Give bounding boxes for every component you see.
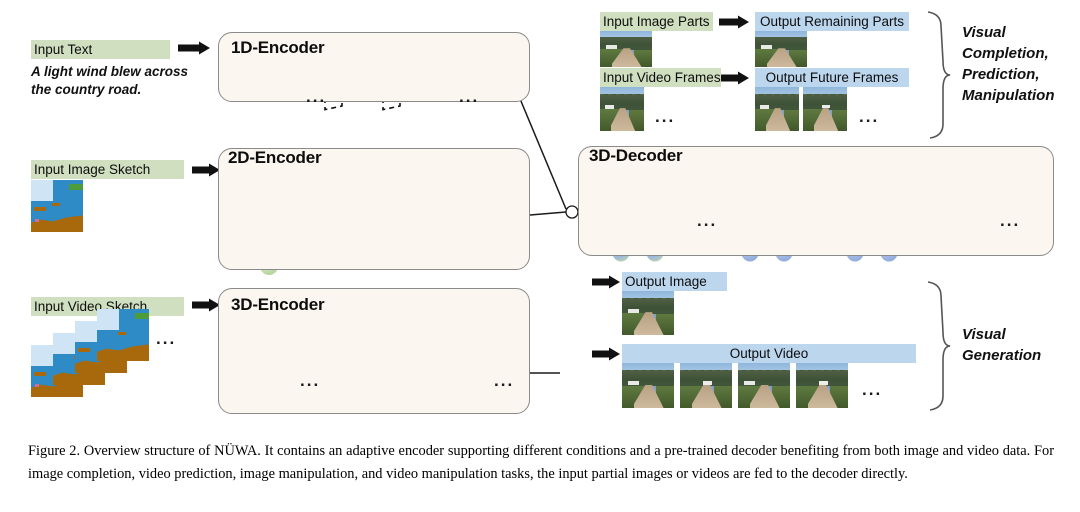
label-input-image-sketch: Input Image Sketch bbox=[31, 160, 184, 179]
thumbnail-image-sketch bbox=[31, 180, 83, 232]
thumbnail-output-future-frames-2 bbox=[803, 87, 847, 131]
note-visual-completion: Visual Completion, Prediction, Manipulat… bbox=[962, 24, 1055, 104]
thumbnail-output-future-frames-1 bbox=[755, 87, 799, 131]
panel-title-2d-encoder: 2D-Encoder bbox=[228, 148, 322, 167]
ellipsis-1d-a: ... bbox=[306, 87, 327, 106]
thumbnail-output-video-3 bbox=[738, 363, 790, 408]
thumbnail-output-video-2 bbox=[680, 363, 732, 408]
ellipsis-1d-b: ... bbox=[459, 87, 480, 106]
panel-title-3d-encoder: 3D-Encoder bbox=[231, 295, 325, 314]
panel-title-3d-decoder: 3D-Decoder bbox=[589, 146, 683, 165]
label-input-image-parts: Input Image Parts bbox=[600, 12, 713, 31]
note-visual-generation: Visual Generation bbox=[962, 326, 1042, 364]
arrow-video-frames bbox=[719, 71, 749, 85]
ellipsis-3d-b: ... bbox=[494, 371, 515, 390]
ellipsis-decoder-a: ... bbox=[697, 211, 718, 230]
ellipsis-output-future-frames: ... bbox=[859, 107, 880, 126]
label-output-image: Output Image bbox=[622, 272, 727, 291]
arrow-input-video-sketch bbox=[192, 298, 220, 312]
label-input-text: Input Text bbox=[31, 40, 170, 59]
thumbnail-output-video-4 bbox=[796, 363, 848, 408]
thumbnail-input-video-frames bbox=[600, 87, 644, 131]
figure-caption: Figure 2. Overview structure of NÜWA. It… bbox=[28, 443, 1054, 482]
thumbnail-input-image-parts bbox=[600, 31, 652, 67]
arrow-output-image bbox=[592, 275, 620, 289]
figure-diagram: 1D-Encoder Input Text A light wind blew … bbox=[0, 0, 1080, 430]
arrow-input-image-sketch bbox=[192, 163, 220, 177]
label-output-future-frames: Output Future Frames bbox=[755, 68, 909, 87]
ellipsis-decoder-b: ... bbox=[1000, 211, 1021, 230]
label-input-video-frames: Input Video Frames bbox=[600, 68, 721, 87]
brace-visual-completion bbox=[927, 11, 951, 139]
label-output-remaining-parts: Output Remaining Parts bbox=[755, 12, 909, 31]
thumbnail-output-video-1 bbox=[622, 363, 674, 408]
ellipsis-input-video-frames: ... bbox=[655, 107, 676, 126]
thumbnail-output-image bbox=[622, 291, 674, 335]
thumbnail-output-remaining-parts bbox=[755, 31, 807, 67]
ellipsis-video-sketch: ... bbox=[156, 329, 177, 348]
label-output-video: Output Video bbox=[622, 344, 916, 363]
ellipsis-output-video: ... bbox=[862, 380, 883, 399]
thumbnail-video-sketch-4 bbox=[97, 309, 149, 361]
arrow-output-video bbox=[592, 347, 620, 361]
arrow-input-text bbox=[178, 41, 210, 55]
caption-input-text: A light wind blew across the country roa… bbox=[31, 64, 189, 97]
ellipsis-3d-a: ... bbox=[300, 371, 321, 390]
connector-decoder-in bbox=[565, 205, 579, 219]
arrow-image-parts bbox=[719, 15, 749, 29]
panel-title-1d-encoder: 1D-Encoder bbox=[231, 38, 325, 57]
brace-visual-generation bbox=[927, 281, 951, 411]
